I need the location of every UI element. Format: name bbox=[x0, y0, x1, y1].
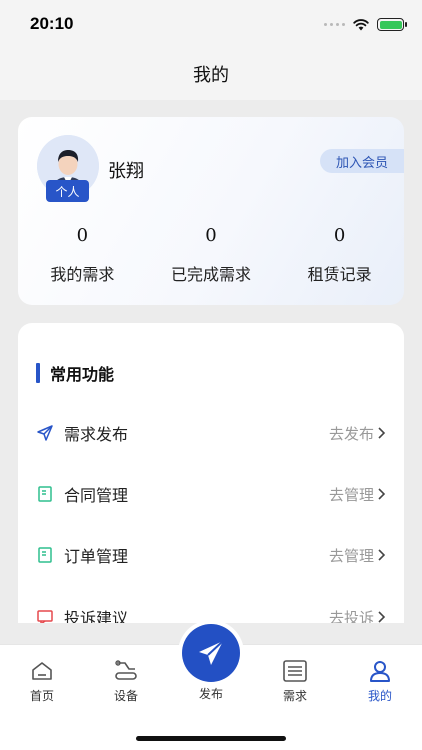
menu-item-demand-publish[interactable]: 需求发布 去发布 bbox=[18, 413, 404, 453]
user-icon bbox=[370, 661, 390, 682]
contract-icon bbox=[38, 486, 52, 502]
status-bar: 20:10 bbox=[0, 0, 422, 48]
section-header: 常用功能 bbox=[36, 361, 114, 385]
menu-item-label: 订单管理 bbox=[64, 547, 129, 566]
stat-value: 0 bbox=[76, 225, 89, 246]
publish-button[interactable] bbox=[182, 624, 240, 682]
chevron-right-icon bbox=[378, 488, 386, 500]
stat-value: 0 bbox=[205, 225, 217, 246]
tab-label: 首页 bbox=[29, 689, 54, 703]
nav-bar: 我的 bbox=[0, 48, 422, 100]
wifi-icon bbox=[353, 18, 369, 30]
tab-demands[interactable]: 需求 bbox=[265, 659, 325, 704]
complaint-icon bbox=[37, 610, 53, 623]
menu-item-action: 去管理 bbox=[328, 546, 374, 565]
section-title: 常用功能 bbox=[50, 365, 115, 384]
tab-label-publish: 发布 bbox=[198, 687, 223, 701]
equipment-icon bbox=[115, 660, 137, 680]
menu-item-label: 需求发布 bbox=[64, 425, 129, 444]
common-functions-card: 常用功能 需求发布 去发布 合同管理 去管理 订单管理 去管理 投诉建议 去投诉 bbox=[18, 323, 404, 623]
status-icons bbox=[324, 18, 407, 31]
stat-my-demands[interactable]: 0 我的需求 bbox=[18, 225, 147, 285]
user-name: 张翔 bbox=[108, 161, 144, 182]
page-title: 我的 bbox=[193, 65, 229, 86]
section-accent-bar bbox=[36, 363, 40, 383]
paper-plane-icon bbox=[199, 640, 224, 665]
join-membership-button[interactable]: 加入会员 bbox=[320, 149, 404, 173]
stat-rental-records[interactable]: 0 租赁记录 bbox=[275, 225, 404, 285]
stats-row: 0 我的需求 0 已完成需求 0 租赁记录 bbox=[18, 225, 404, 285]
stat-label: 租赁记录 bbox=[307, 265, 372, 284]
tab-equipment[interactable]: 设备 bbox=[96, 659, 156, 704]
home-icon bbox=[32, 662, 52, 680]
menu-item-label: 投诉建议 bbox=[64, 609, 129, 623]
send-icon bbox=[37, 425, 53, 441]
home-indicator bbox=[136, 736, 286, 741]
stat-completed-demands[interactable]: 0 已完成需求 bbox=[147, 225, 276, 285]
tab-label: 设备 bbox=[113, 689, 138, 703]
status-time: 20:10 bbox=[30, 14, 74, 33]
menu-item-order-management[interactable]: 订单管理 去管理 bbox=[18, 535, 404, 575]
stat-label: 已完成需求 bbox=[170, 265, 251, 284]
tab-mine[interactable]: 我的 bbox=[350, 659, 410, 704]
order-icon bbox=[38, 547, 52, 563]
list-icon bbox=[283, 660, 307, 682]
chevron-right-icon bbox=[378, 549, 386, 561]
menu-item-complaints[interactable]: 投诉建议 去投诉 bbox=[18, 597, 404, 623]
account-type-badge: 个人 bbox=[46, 180, 89, 202]
battery-icon bbox=[377, 18, 407, 31]
chevron-right-icon bbox=[378, 611, 386, 623]
menu-item-action: 去管理 bbox=[328, 485, 374, 504]
menu-item-label: 合同管理 bbox=[64, 486, 129, 505]
stat-label: 我的需求 bbox=[50, 265, 115, 284]
chevron-right-icon bbox=[378, 427, 386, 439]
profile-card: 个人 张翔 加入会员 0 我的需求 0 已完成需求 0 租赁记录 bbox=[18, 117, 404, 305]
stat-value: 0 bbox=[333, 225, 346, 246]
menu-item-action: 去投诉 bbox=[328, 608, 374, 624]
menu-item-action: 去发布 bbox=[328, 424, 374, 443]
tab-home[interactable]: 首页 bbox=[12, 659, 72, 704]
menu-item-contract-management[interactable]: 合同管理 去管理 bbox=[18, 474, 404, 514]
signal-dots-icon bbox=[324, 23, 345, 26]
tab-label: 需求 bbox=[282, 689, 307, 703]
tab-label: 我的 bbox=[367, 689, 392, 703]
